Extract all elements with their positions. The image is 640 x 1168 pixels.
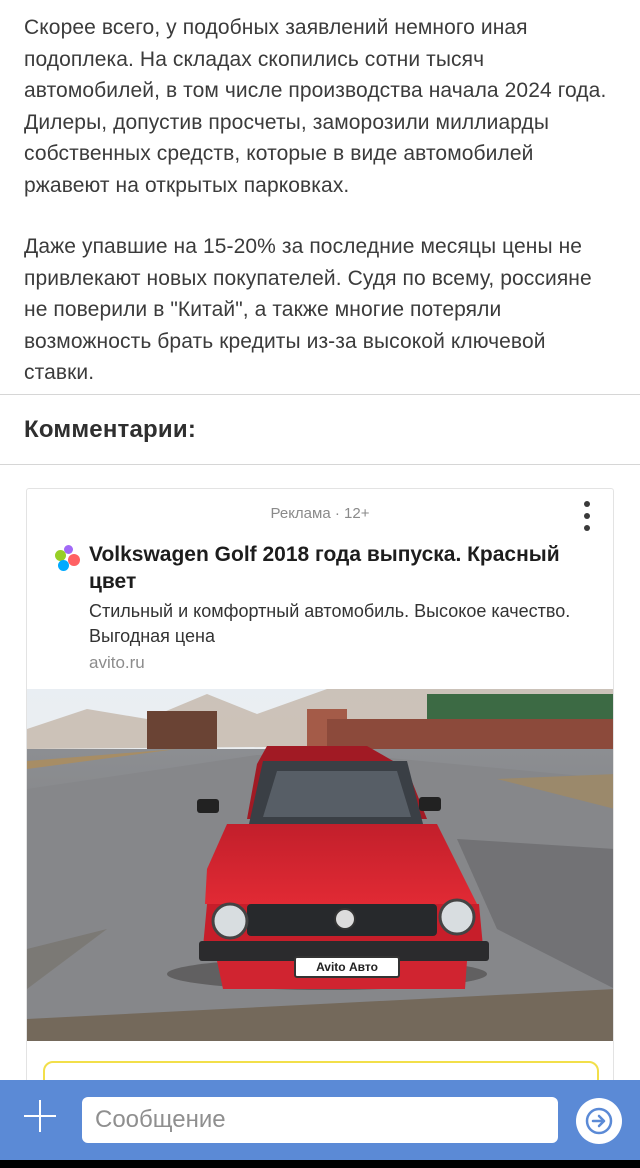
avito-logo-icon	[55, 545, 81, 571]
article-text: Скорее всего, у подобных заявлений немно…	[24, 12, 620, 389]
car-photo[interactable]	[27, 689, 614, 1041]
system-nav-strip	[0, 1160, 640, 1168]
ad-label: Реклама · 12+	[270, 505, 370, 522]
divider	[0, 394, 640, 395]
message-input[interactable]	[82, 1097, 558, 1143]
message-composer	[0, 1080, 640, 1160]
send-button[interactable]	[576, 1098, 622, 1144]
article-paragraph: Даже упавшие на 15-20% за последние меся…	[24, 235, 592, 384]
ad-card[interactable]: Реклама · 12+ Volkswagen Golf 2018 года …	[26, 488, 614, 1108]
comments-title: Комментарии:	[24, 416, 197, 443]
ad-description: Стильный и комфортный автомобиль. Высоко…	[89, 601, 571, 646]
add-attachment-button[interactable]	[22, 1098, 58, 1134]
license-plate: Avito Авто	[294, 956, 400, 978]
plate-text: Avito Авто	[316, 960, 378, 974]
article-paragraph: Скорее всего, у подобных заявлений немно…	[24, 16, 607, 197]
more-options-icon[interactable]	[579, 501, 595, 533]
ad-domain[interactable]: avito.ru	[89, 653, 145, 673]
ad-title[interactable]: Volkswagen Golf 2018 года выпуска. Красн…	[89, 541, 599, 595]
send-arrow-icon	[585, 1107, 613, 1135]
divider	[0, 464, 640, 465]
